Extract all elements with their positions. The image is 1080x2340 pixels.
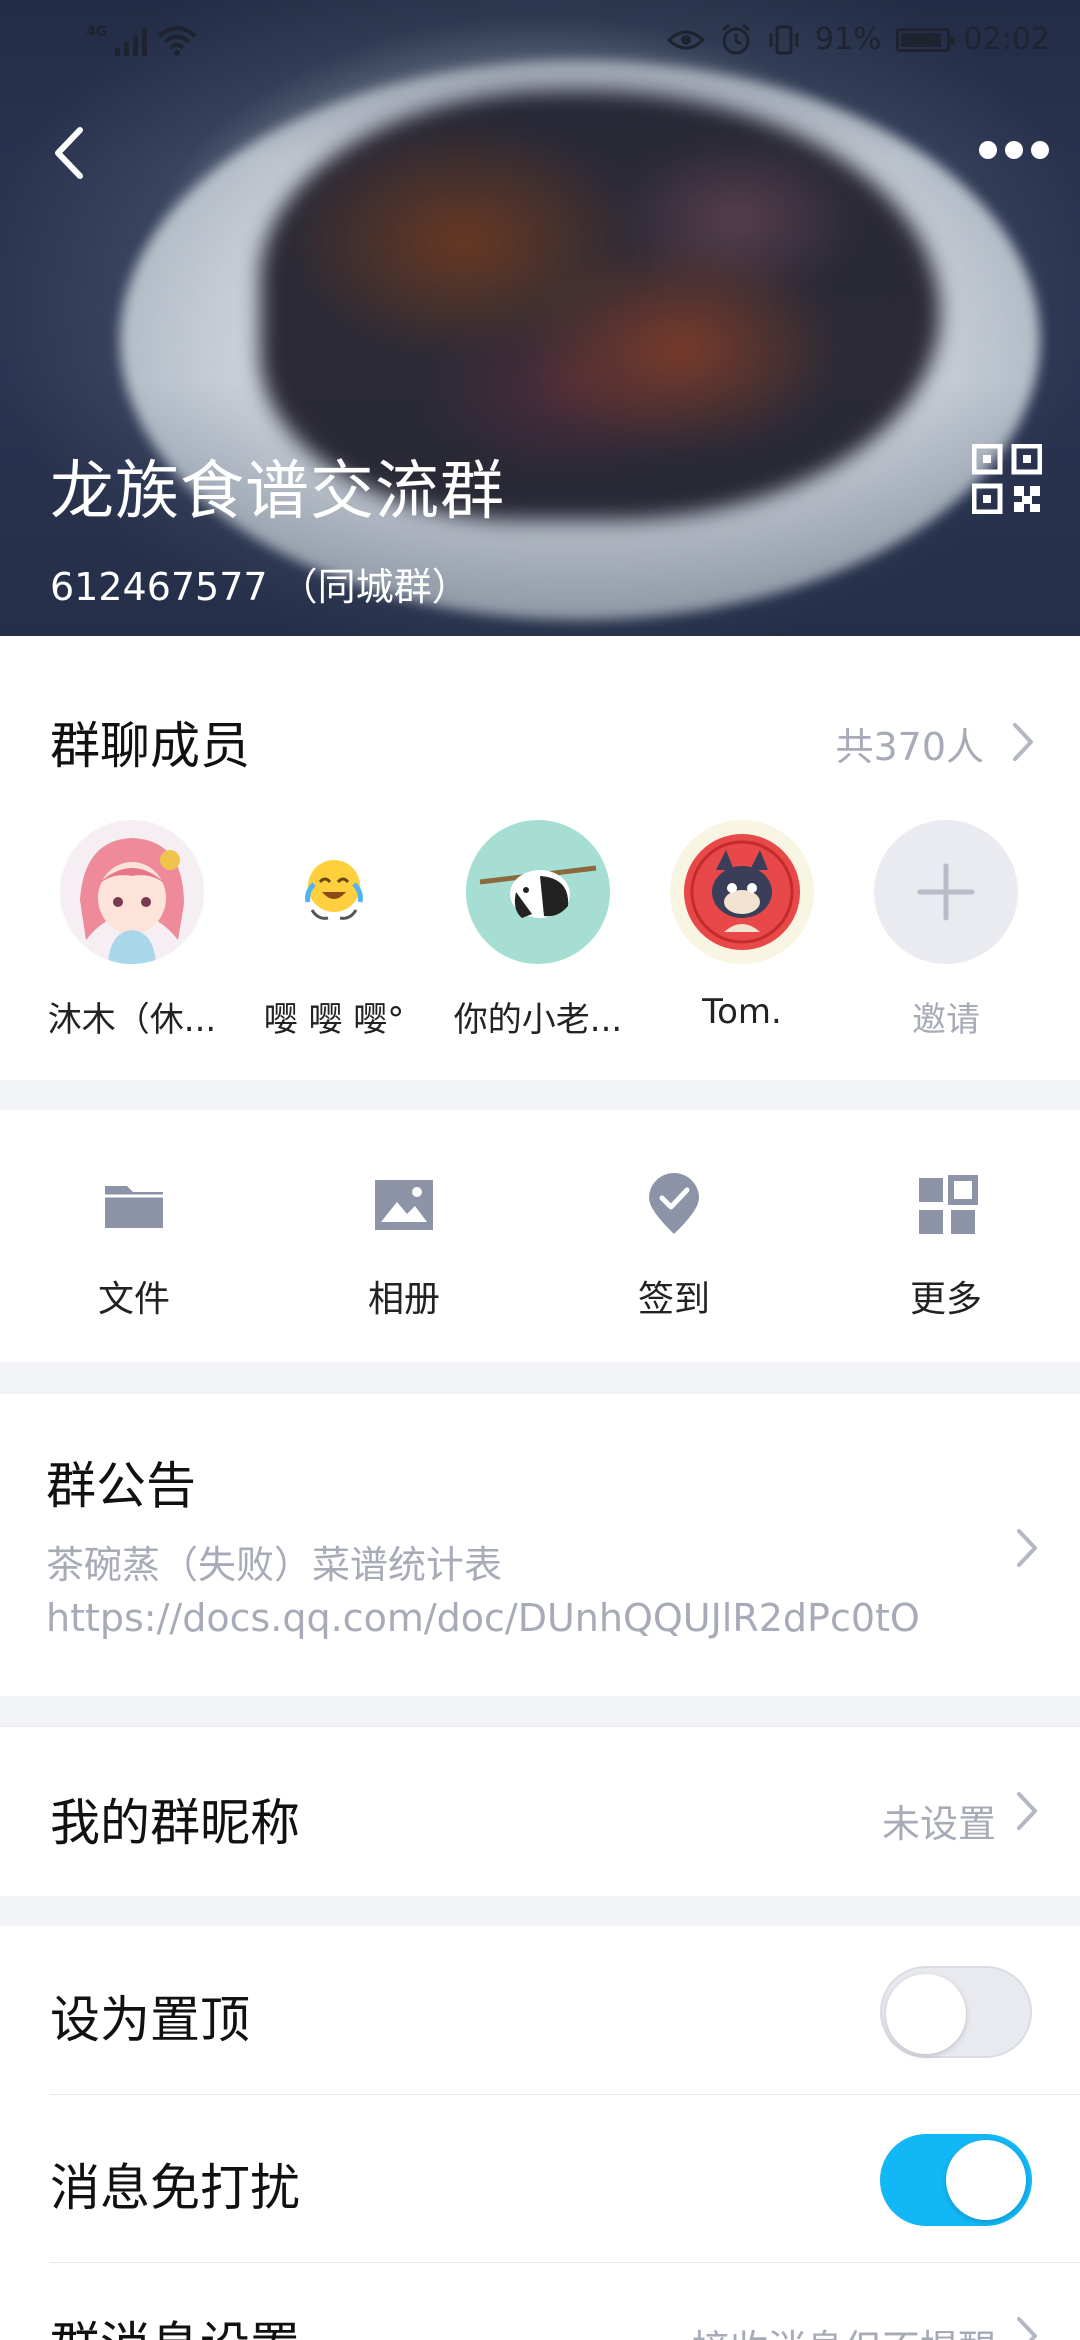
back-button[interactable]	[40, 118, 100, 188]
group-message-settings-label: 群消息设置	[50, 2306, 300, 2340]
folder-icon	[105, 1186, 163, 1228]
eye-comfort-icon	[666, 30, 705, 49]
pin-chat-toggle[interactable]	[880, 1966, 1032, 2058]
member-avatar-list: 沐木（休... 嘤 嘤 嘤° 你的小老... Tom. 邀请	[0, 820, 1080, 1060]
network-type-label: 4G	[86, 24, 108, 40]
divider	[50, 2262, 1080, 2263]
battery-percent: 91%	[814, 22, 882, 57]
tom-cat-avatar-icon	[670, 820, 814, 964]
more-options-button[interactable]	[976, 130, 1052, 170]
member-avatar-item[interactable]: 嘤 嘤 嘤°	[244, 820, 424, 1041]
member-name: 嘤 嘤 嘤°	[263, 1000, 405, 1040]
chevron-right-icon	[1017, 2317, 1037, 2340]
toggle-knob	[886, 1974, 966, 2054]
qr-code-icon	[971, 443, 1043, 515]
dot-icon	[979, 141, 997, 159]
checkin-button[interactable]: 签到	[594, 1170, 754, 1322]
group-announcement-section[interactable]: 群公告 茶碗蒸（失败）菜谱统计表 https://docs.qq.com/doc…	[0, 1394, 1080, 1696]
system-indicators: 91% 02:02	[666, 22, 1050, 57]
divider	[50, 2094, 1080, 2095]
alarm-icon	[721, 23, 750, 54]
do-not-disturb-label: 消息免打扰	[50, 2159, 300, 2217]
tool-label: 签到	[637, 1279, 710, 1320]
member-avatar-item[interactable]: Tom.	[652, 820, 832, 1032]
group-id-line: 612467577 （同城群）	[50, 565, 470, 609]
avatar	[466, 820, 610, 964]
signal-icon	[115, 28, 148, 56]
chevron-right-icon	[1013, 723, 1033, 761]
group-name: 龙族食谱交流群	[50, 455, 505, 529]
dot-icon	[1005, 141, 1023, 159]
member-name: 你的小老...	[453, 1000, 623, 1040]
status-bar: 4G 91% 02:02	[0, 14, 1080, 70]
network-indicators: 4G	[86, 24, 197, 56]
member-avatar-item[interactable]: 沐木（休...	[42, 820, 222, 1041]
album-button[interactable]: 相册	[324, 1170, 484, 1322]
nickname-label: 我的群昵称	[50, 1794, 300, 1852]
chevron-right-icon	[1017, 1792, 1037, 1830]
image-icon	[375, 1180, 433, 1230]
battery-level	[900, 32, 941, 47]
member-count: 共370人	[835, 725, 984, 769]
invite-avatar	[874, 820, 1018, 964]
clock: 02:02	[963, 22, 1050, 57]
group-cover-header: 4G 91% 02:02 龙族食谱交流群 612467577 （同城群）	[0, 0, 1080, 636]
invite-label: 邀请	[912, 1000, 980, 1040]
member-avatar-item[interactable]: 你的小老...	[448, 820, 628, 1041]
avatar	[60, 820, 204, 964]
avatar	[670, 820, 814, 964]
group-message-settings-value: 接收消息但不提醒	[692, 2318, 996, 2340]
battery-icon	[895, 27, 955, 52]
wifi-icon	[157, 26, 197, 56]
anime-girl-avatar-icon	[60, 820, 204, 964]
panda-cat-on-branch-icon	[466, 820, 610, 964]
nickname-value: 未设置	[881, 1802, 996, 1846]
avatar	[262, 820, 406, 964]
tool-label: 文件	[97, 1279, 170, 1320]
qr-code-button[interactable]	[971, 443, 1043, 515]
chat-settings-section: 设为置顶 消息免打扰 群消息设置 接收消息但不提醒	[0, 1926, 1080, 2340]
toggle-knob	[946, 2140, 1026, 2220]
tool-label: 更多	[909, 1279, 982, 1320]
member-name: Tom.	[702, 992, 782, 1032]
pin-chat-label: 设为置顶	[50, 1991, 250, 2049]
chevron-left-icon	[55, 127, 83, 179]
announcement-link: https://docs.qq.com/doc/DUnhQQUJlR2dPc0t…	[46, 1596, 920, 1640]
checkin-pin-icon	[649, 1173, 699, 1234]
chevron-right-icon	[1017, 1529, 1037, 1567]
member-name: 沐木（休...	[47, 1000, 217, 1040]
plus-icon	[917, 863, 975, 921]
dot-icon	[1031, 141, 1049, 159]
grid-more-icon	[919, 1175, 978, 1234]
announcement-title: 群公告	[46, 1457, 196, 1515]
files-button[interactable]: 文件	[54, 1170, 214, 1322]
vibrate-icon	[769, 25, 799, 54]
group-tools-section: 文件 相册 签到 更多	[0, 1110, 1080, 1362]
members-title: 群聊成员	[50, 717, 250, 775]
crying-laughing-emoji-icon	[305, 860, 363, 920]
do-not-disturb-toggle[interactable]	[880, 2134, 1032, 2226]
tool-label: 相册	[367, 1279, 440, 1320]
my-group-nickname-row[interactable]: 我的群昵称 未设置	[0, 1726, 1080, 1896]
members-section: 群聊成员 共370人 沐木（休... 嘤 嘤 嘤° 你的小老... Tom. 邀…	[0, 636, 1080, 1080]
announcement-text: 茶碗蒸（失败）菜谱统计表	[46, 1543, 503, 1587]
more-tools-button[interactable]: 更多	[866, 1170, 1026, 1322]
invite-member-button[interactable]: 邀请	[856, 820, 1036, 1041]
